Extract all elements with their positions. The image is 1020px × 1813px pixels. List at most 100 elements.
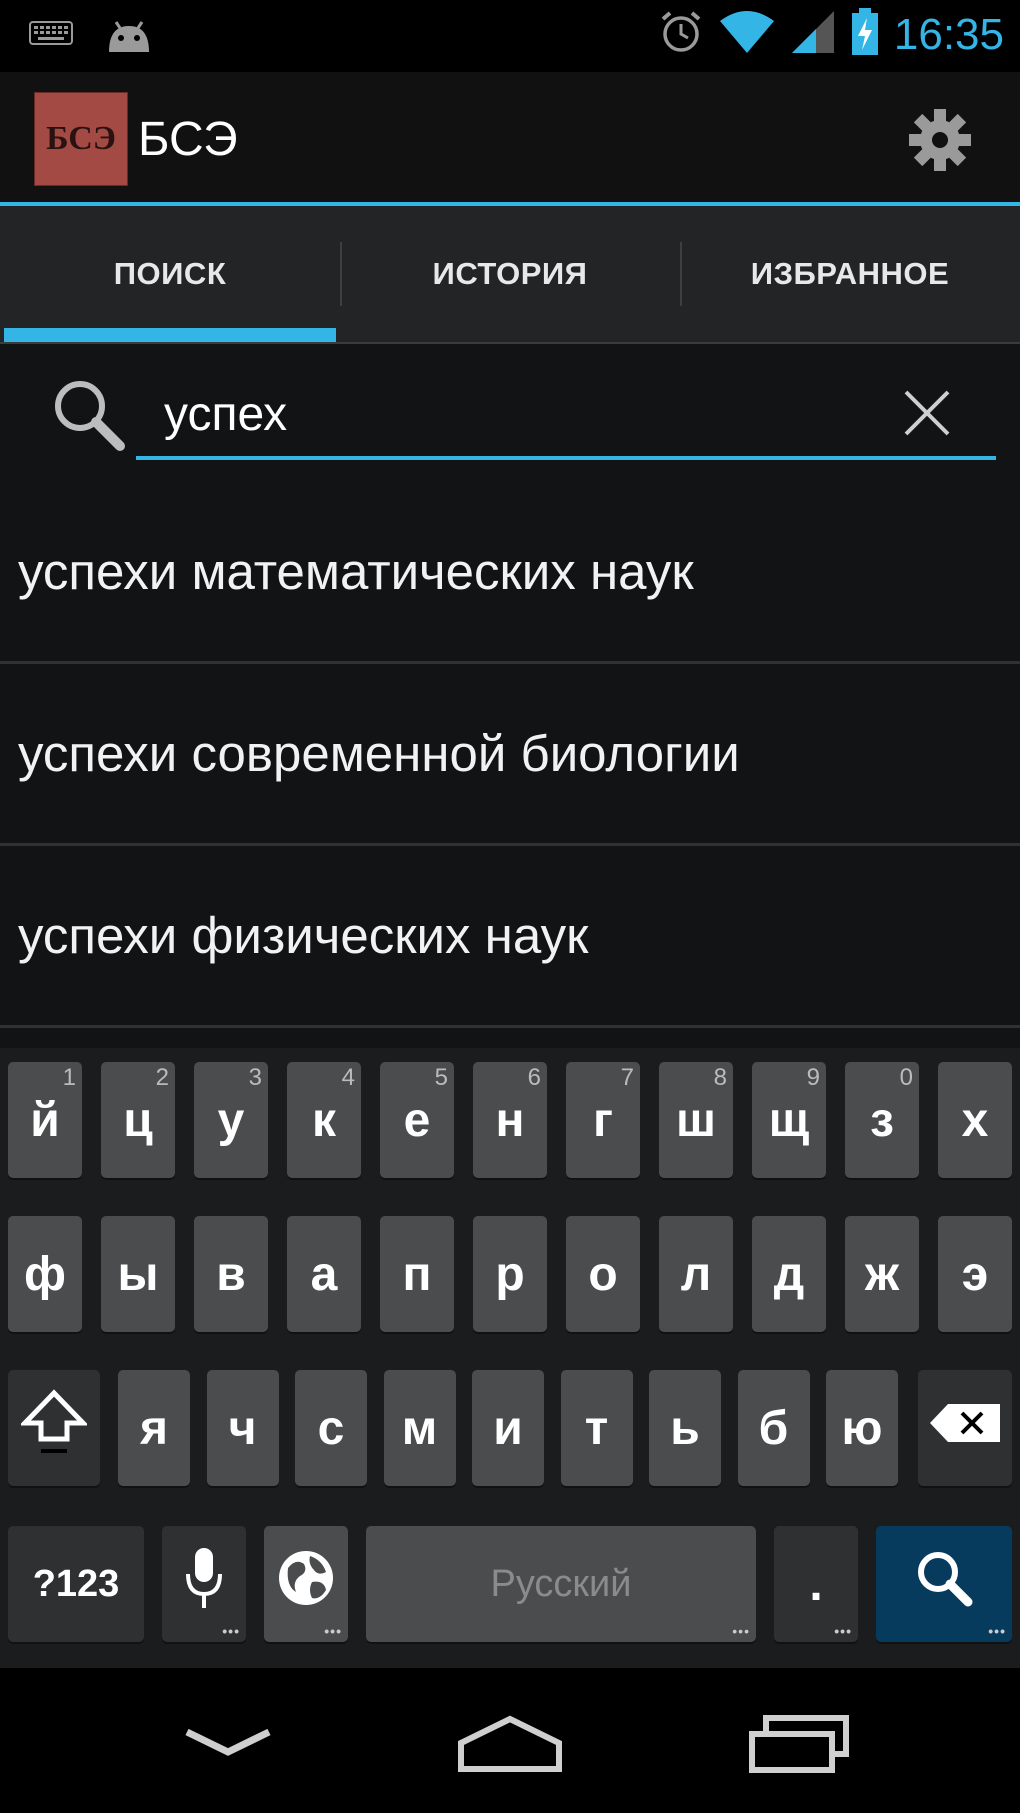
key-label: ю <box>841 1401 883 1455</box>
more-dots: ••• <box>732 1623 750 1639</box>
key-hint: 1 <box>62 1064 76 1091</box>
results-list: успехи математических наук успехи соврем… <box>0 482 1020 1028</box>
backspace-icon <box>928 1401 1002 1456</box>
key-hint: 5 <box>434 1064 448 1091</box>
key-щ[interactable]: щ9 <box>752 1062 826 1178</box>
shift-key[interactable] <box>8 1370 100 1486</box>
key-label: е <box>403 1093 431 1147</box>
key-label: к <box>311 1093 337 1147</box>
key-и[interactable]: и <box>472 1370 544 1486</box>
key-label: р <box>495 1247 525 1301</box>
key-э[interactable]: э <box>938 1216 1012 1332</box>
key-а[interactable]: а <box>287 1216 361 1332</box>
key-я[interactable]: я <box>118 1370 190 1486</box>
key-т[interactable]: т <box>560 1370 633 1486</box>
voice-input-key[interactable]: ••• <box>162 1526 246 1642</box>
key-ь[interactable]: ь <box>649 1370 721 1486</box>
key-label: я <box>139 1401 168 1455</box>
key-label: й <box>30 1093 60 1147</box>
key-ш[interactable]: ш8 <box>659 1062 733 1178</box>
signal-icon <box>790 9 836 60</box>
key-label: ч <box>228 1401 257 1455</box>
key-label: э <box>961 1247 989 1301</box>
shift-icon <box>19 1387 89 1469</box>
back-button[interactable] <box>168 1706 288 1786</box>
key-с[interactable]: с <box>295 1370 367 1486</box>
key-label: ы <box>117 1247 159 1301</box>
key-у[interactable]: у3 <box>194 1062 268 1178</box>
globe-icon <box>276 1548 336 1620</box>
key-hint: 2 <box>155 1064 169 1091</box>
key-л[interactable]: л <box>659 1216 733 1332</box>
key-е[interactable]: е5 <box>380 1062 454 1178</box>
list-item[interactable]: успехи современной биологии <box>0 664 1020 846</box>
more-dots: ••• <box>324 1623 342 1639</box>
recent-apps-button[interactable] <box>740 1706 860 1786</box>
key-п[interactable]: п <box>380 1216 454 1332</box>
key-к[interactable]: к4 <box>287 1062 361 1178</box>
key-hint: 6 <box>527 1064 541 1091</box>
key-х[interactable]: х <box>938 1062 1012 1178</box>
period-key[interactable]: . ••• <box>774 1526 858 1642</box>
key-hint: 0 <box>899 1064 913 1091</box>
key-р[interactable]: р <box>473 1216 547 1332</box>
settings-button[interactable] <box>900 102 980 182</box>
navigation-bar <box>0 1668 1020 1813</box>
key-ц[interactable]: ц2 <box>101 1062 175 1178</box>
clear-search-button[interactable] <box>890 376 964 450</box>
key-в[interactable]: в <box>194 1216 268 1332</box>
key-label: ?123 <box>32 1562 120 1605</box>
key-label: т <box>584 1401 609 1455</box>
key-ф[interactable]: ф <box>8 1216 82 1332</box>
delete-key[interactable] <box>918 1370 1012 1486</box>
more-dots: ••• <box>834 1623 852 1639</box>
language-key[interactable]: ••• <box>264 1526 348 1642</box>
key-й[interactable]: й1 <box>8 1062 82 1178</box>
key-label: б <box>758 1401 789 1455</box>
home-button[interactable] <box>450 1706 570 1786</box>
key-hint: 3 <box>248 1064 262 1091</box>
tab-history[interactable]: ИСТОРИЯ <box>340 206 680 342</box>
search-input[interactable] <box>162 378 866 450</box>
recent-apps-icon <box>748 1714 852 1779</box>
key-label: с <box>317 1401 345 1455</box>
key-label: л <box>680 1247 712 1301</box>
search-icon <box>912 1546 976 1622</box>
key-label: Русский <box>490 1562 632 1605</box>
key-д[interactable]: д <box>752 1216 826 1332</box>
key-label: п <box>402 1247 432 1301</box>
key-ж[interactable]: ж <box>845 1216 919 1332</box>
key-hint: 4 <box>341 1064 355 1091</box>
key-м[interactable]: м <box>383 1370 456 1486</box>
list-item[interactable]: успехи математических наук <box>0 482 1020 664</box>
key-label: ц <box>123 1093 153 1147</box>
app-title: БСЭ <box>138 113 238 166</box>
tab-search[interactable]: ПОИСК <box>0 206 340 342</box>
key-г[interactable]: г7 <box>566 1062 640 1178</box>
space-key[interactable]: Русский ••• <box>366 1526 756 1642</box>
list-item[interactable]: успехи физических наук <box>0 846 1020 1028</box>
key-label: ж <box>864 1247 900 1301</box>
key-б[interactable]: б <box>737 1370 810 1486</box>
android-icon <box>104 18 154 61</box>
tab-favorites[interactable]: ИЗБРАННОЕ <box>680 206 1020 342</box>
key-label: н <box>495 1093 525 1147</box>
battery-charging-icon <box>850 8 880 61</box>
key-о[interactable]: о <box>566 1216 640 1332</box>
status-bar: 16:35 <box>0 0 1020 72</box>
search-submit-key[interactable]: ••• <box>876 1526 1012 1642</box>
key-label: а <box>310 1247 338 1301</box>
key-ю[interactable]: ю <box>826 1370 898 1486</box>
chevron-down-icon <box>183 1724 273 1769</box>
key-ч[interactable]: ч <box>206 1370 279 1486</box>
key-н[interactable]: н6 <box>473 1062 547 1178</box>
key-label: х <box>961 1093 989 1147</box>
symbols-key[interactable]: ?123 <box>8 1526 144 1642</box>
clock-time: 16:35 <box>893 9 1004 59</box>
key-ы[interactable]: ы <box>101 1216 175 1332</box>
tab-search-label: ПОИСК <box>113 256 227 291</box>
key-з[interactable]: з0 <box>845 1062 919 1178</box>
home-icon <box>455 1713 565 1780</box>
key-label: о <box>588 1247 618 1301</box>
close-icon <box>890 390 964 454</box>
